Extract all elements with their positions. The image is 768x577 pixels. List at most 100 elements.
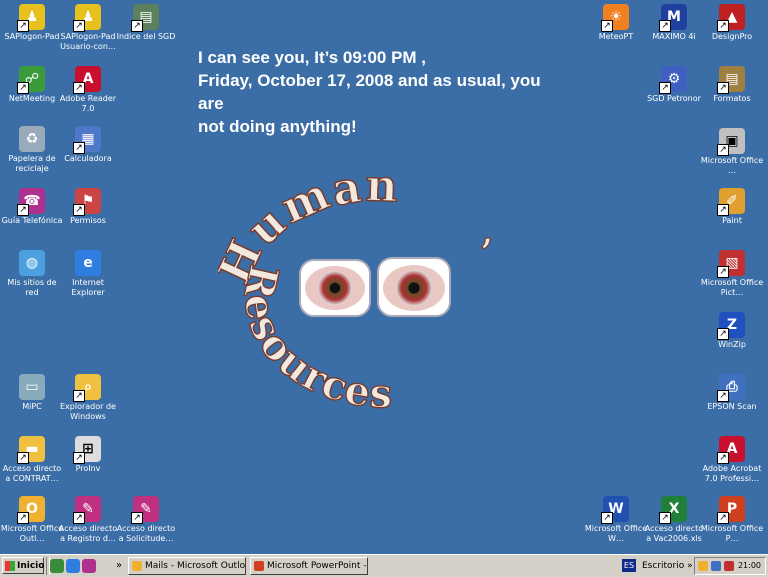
desktop-icon-label: Acceso directo a Solicitude…	[116, 524, 176, 543]
shortcut-arrow-icon: ↗	[73, 82, 85, 94]
taskbar-button-outlook[interactable]: Mails - Microsoft Outlook	[128, 557, 246, 575]
shortcut-arrow-icon: ↗	[717, 512, 729, 524]
shortcut-arrow-icon: ↗	[601, 512, 613, 524]
clock[interactable]: 21:00	[738, 558, 761, 574]
desktop-toolbar-label: Escritorio	[642, 561, 685, 571]
taskbar-button-label: Mails - Microsoft Outlook	[145, 561, 246, 571]
network-places-icon: ◍	[19, 250, 45, 276]
desktop-icon-powerpoint[interactable]: P ↗ Microsoft Office P…	[700, 496, 764, 552]
desktop-icon-label: Paint	[722, 216, 742, 225]
desktop-icon-mis-sitios-de-red[interactable]: ◍ Mis sitios de red	[0, 250, 64, 306]
desktop-icon-label: SAPlogon-Pad Usuario-con…	[60, 32, 116, 51]
desktop-icon-label: Permisos	[70, 216, 106, 225]
desktop-icon-designpro[interactable]: ▲ ↗ DesignPro	[700, 4, 764, 60]
shortcut-arrow-icon: ↗	[73, 452, 85, 464]
wallpaper-human-resources-art: Human ’ Resources	[218, 168, 494, 418]
desktop-icon-word[interactable]: W ↗ Microsoft Office W…	[584, 496, 648, 552]
desktop-icon-label: Internet Explorer	[71, 278, 105, 297]
desktop-icon-label: Explorador de Windows	[60, 402, 116, 421]
wallpaper-headline: I can see you, It’s 09:00 PM , Friday, O…	[198, 46, 598, 138]
desktop-icon-label: MeteoPT	[598, 32, 634, 41]
tray-security-icon[interactable]	[724, 561, 734, 571]
desktop-icon-winzip[interactable]: Z ↗ WinZip	[700, 312, 764, 368]
desktop-icon-label: ProInv	[75, 464, 101, 473]
quicklaunch-chevron-icon[interactable]: »	[116, 557, 122, 575]
shortcut-arrow-icon: ↗	[717, 390, 729, 402]
headline-line: Friday, October 17, 2008 and as usual, y…	[198, 71, 541, 90]
outlook-icon	[132, 561, 142, 571]
desktop-icon-saplogon-pad[interactable]: ♟ ↗ SAPlogon-Pad	[0, 4, 64, 60]
shortcut-arrow-icon: ↗	[131, 20, 143, 32]
desktop-icon-vac2006-xls[interactable]: X ↗ Acceso directo a Vac2006.xls	[642, 496, 706, 552]
desktop-icon-label: Acceso directo a CONTRAT…	[2, 464, 62, 483]
desktop-icon-netmeeting[interactable]: ☍ ↗ NetMeeting	[0, 66, 64, 122]
desktop-icon-label: WinZip	[718, 340, 746, 349]
shortcut-arrow-icon: ↗	[717, 452, 729, 464]
desktop-icon-indice-sgd[interactable]: ▤ ↗ Indice del SGD	[114, 4, 178, 60]
desktop-icon-acceso-registro[interactable]: ✎ ↗ Acceso directo a Registro d…	[56, 496, 120, 552]
language-indicator[interactable]: ES	[622, 559, 636, 572]
phone-book-quicklaunch-icon[interactable]	[82, 559, 96, 573]
shortcut-arrow-icon: ↗	[73, 204, 85, 216]
shortcut-arrow-icon: ↗	[717, 204, 729, 216]
desktop-icon-acceso-contrat[interactable]: ▬ ↗ Acceso directo a CONTRAT…	[0, 436, 64, 492]
shortcut-arrow-icon: ↗	[73, 20, 85, 32]
tray-network-icon[interactable]	[711, 561, 721, 571]
show-desktop-icon[interactable]	[50, 559, 64, 573]
my-computer-icon: ▭	[19, 374, 45, 400]
desktop-icon-calculadora[interactable]: ▦ ↗ Calculadora	[56, 126, 120, 182]
desktop-icon-label: Microsoft Office …	[700, 156, 764, 175]
desktop-icon-microsoft-office[interactable]: ▣ ↗ Microsoft Office …	[700, 128, 764, 184]
desktop-icon-label: EPSON Scan	[707, 402, 757, 411]
desktop-icon-paint[interactable]: ✐ ↗ Paint	[700, 188, 764, 244]
right-eye-icon	[377, 257, 451, 317]
desktop-icon-saplogon-pad-usuario[interactable]: ♟ ↗ SAPlogon-Pad Usuario-con…	[56, 4, 120, 60]
desktop-icon-acceso-solicitude[interactable]: ✎ ↗ Acceso directo a Solicitude…	[114, 496, 178, 552]
desktop-icon-explorador-windows[interactable]: ⌕ ↗ Explorador de Windows	[56, 374, 120, 430]
desktop-icon-label: SGD Petronor	[647, 94, 701, 103]
desktop-icon-label: MiPC	[22, 402, 42, 411]
desktop-icon-label: Acceso directo a Registro d…	[58, 524, 118, 543]
desktop-icon-proinv[interactable]: ⊞ ↗ ProInv	[56, 436, 120, 492]
start-button[interactable]: Inicio	[2, 557, 44, 574]
shortcut-arrow-icon: ↗	[659, 82, 671, 94]
start-label: Inicio	[17, 561, 45, 571]
windows-logo-icon	[5, 561, 15, 571]
desktop-icon-label: Calculadora	[64, 154, 112, 163]
desktop-icon-guia-telefonica[interactable]: ☎ ↗ Guía Telefónica	[0, 188, 64, 244]
desktop-icon-label: Microsoft Office Outl…	[0, 524, 64, 543]
desktop[interactable]: ♟ ↗ SAPlogon-Pad ♟ ↗ SAPlogon-Pad Usuario-…	[0, 0, 768, 554]
desktop-icon-label: Adobe Reader 7.0	[59, 94, 117, 113]
desktop-icon-label: Indice del SGD	[116, 32, 176, 41]
desktop-icon-epson-scan[interactable]: ⎙ ↗ EPSON Scan	[700, 374, 764, 430]
desktop-icon-label: DesignPro	[711, 32, 753, 41]
headline-line: are	[198, 94, 224, 113]
shortcut-arrow-icon: ↗	[17, 512, 29, 524]
desktop-toolbar[interactable]: Escritorio »	[642, 557, 693, 575]
system-tray: 21:00	[694, 557, 766, 575]
desktop-icon-label: NetMeeting	[8, 94, 56, 103]
desktop-icon-mipc[interactable]: ▭ MiPC	[0, 374, 64, 430]
shortcut-arrow-icon: ↗	[17, 82, 29, 94]
desktop-icon-internet-explorer[interactable]: e Internet Explorer	[56, 250, 120, 306]
desktop-icon-adobe-acrobat[interactable]: A ↗ Adobe Acrobat 7.0 Professi…	[700, 436, 764, 492]
desktop-icon-formatos[interactable]: ▤ ↗ Formatos	[700, 66, 764, 122]
shortcut-arrow-icon: ↗	[73, 390, 85, 402]
powerpoint-icon	[254, 561, 264, 571]
desktop-icon-maximo[interactable]: M ↗ MAXIMO 4i	[642, 4, 706, 60]
internet-explorer-quicklaunch-icon[interactable]	[66, 559, 80, 573]
desktop-icon-label: Adobe Acrobat 7.0 Professi…	[702, 464, 762, 483]
shortcut-arrow-icon: ↗	[717, 82, 729, 94]
tray-outlook-icon[interactable]	[698, 561, 708, 571]
wallpaper-apostrophe: ’	[480, 230, 493, 275]
headline-line: I can see you, It’s 09:00 PM ,	[198, 48, 427, 67]
desktop-icon-outlook[interactable]: O ↗ Microsoft Office Outl…	[0, 496, 64, 552]
desktop-icon-recycle-bin[interactable]: ♻ Papelera de reciclaje	[0, 126, 64, 182]
taskbar-button-powerpoint[interactable]: Microsoft PowerPoint - […	[250, 557, 368, 575]
desktop-icon-adobe-reader[interactable]: A ↗ Adobe Reader 7.0	[56, 66, 120, 122]
shortcut-arrow-icon: ↗	[717, 20, 729, 32]
taskbar-button-label: Microsoft PowerPoint - […	[267, 561, 367, 571]
desktop-icon-sgd-petronor[interactable]: ⚙ ↗ SGD Petronor	[642, 66, 706, 122]
desktop-icon-office-picture[interactable]: ▧ ↗ Microsoft Office Pict…	[700, 250, 764, 306]
desktop-icon-permisos[interactable]: ⚑ ↗ Permisos	[56, 188, 120, 244]
